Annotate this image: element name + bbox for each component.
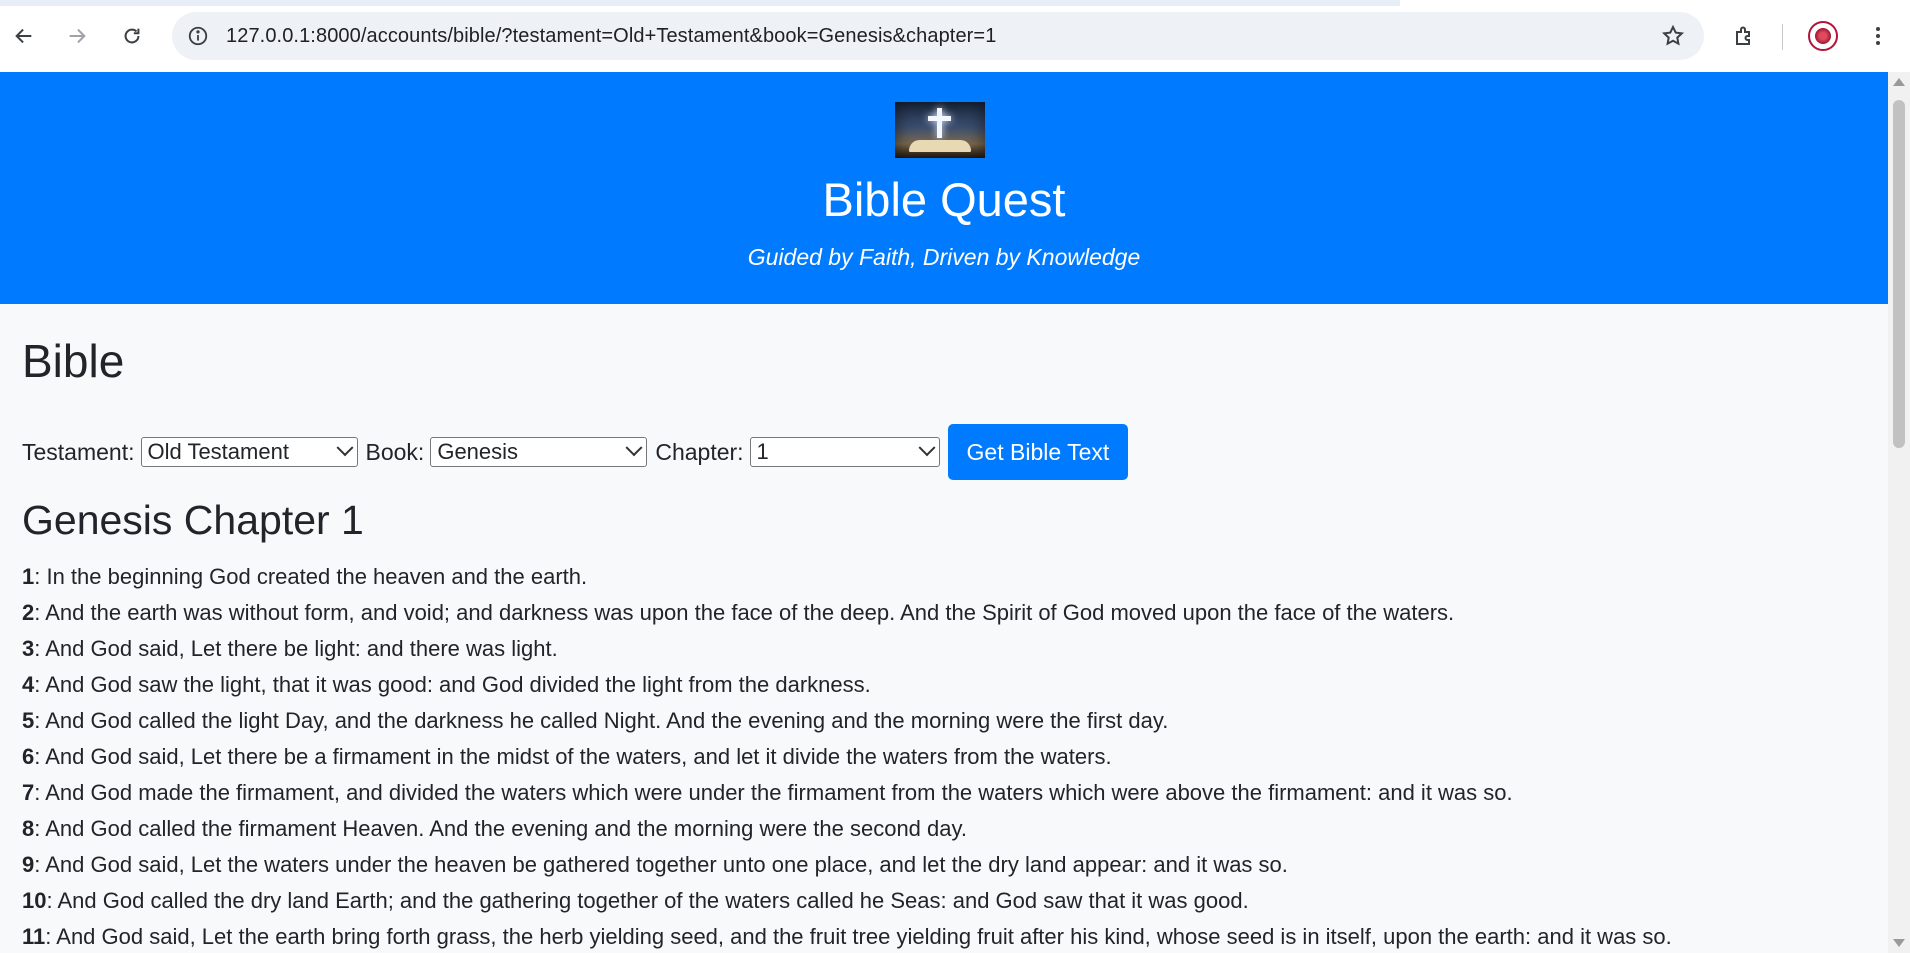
site-tagline: Guided by Faith, Driven by Knowledge [747, 244, 1141, 270]
scrollbar-thumb[interactable] [1893, 100, 1905, 448]
page-title: Bible [22, 335, 125, 387]
testament-label: Testament: [22, 438, 135, 465]
site-info-icon[interactable] [186, 24, 210, 48]
extensions-icon[interactable] [1728, 20, 1760, 52]
verse-text: : In the beginning God created the heave… [34, 564, 588, 589]
verse-number: 4 [22, 672, 35, 697]
address-bar[interactable]: 127.0.0.1:8000/accounts/bible/?testament… [172, 12, 1704, 60]
verse-number: 6 [22, 744, 35, 769]
chevron-down-icon [336, 439, 353, 457]
verse-item: 3: And God said, Let there be light: and… [22, 631, 1672, 667]
verse-number: 1 [22, 564, 35, 589]
verse-number: 7 [22, 780, 35, 805]
book-select[interactable]: Genesis [430, 437, 648, 467]
verse-number: 3 [22, 636, 35, 661]
verse-item: 1: In the beginning God created the heav… [22, 559, 1672, 595]
verse-number: 10 [22, 888, 47, 913]
bible-cross-logo [895, 102, 985, 158]
page-viewport: Bible Quest Guided by Faith, Driven by K… [0, 72, 1888, 953]
verse-text: : And God said, Let the waters under the… [34, 852, 1288, 877]
verse-text: : And God said, Let there be a firmament… [34, 744, 1112, 769]
verse-item: 11: And God said, Let the earth bring fo… [22, 919, 1672, 953]
book-label: Book: [365, 438, 425, 465]
verse-text: : And God called the firmament Heaven. A… [34, 816, 967, 841]
bookmark-star-icon[interactable] [1660, 23, 1686, 49]
verse-item: 6: And God said, Let there be a firmamen… [22, 739, 1672, 775]
chapter-select-value: 1 [756, 439, 769, 464]
reload-button[interactable] [116, 20, 148, 52]
chapter-heading: Genesis Chapter 1 [22, 497, 364, 543]
bible-filter-form: Testament: Old Testament Book: Genesis C… [22, 424, 1129, 480]
chapter-label: Chapter: [655, 438, 744, 465]
verse-item: 7: And God made the firmament, and divid… [22, 775, 1672, 811]
site-header: Bible Quest Guided by Faith, Driven by K… [0, 72, 1888, 304]
verse-item: 8: And God called the firmament Heaven. … [22, 811, 1672, 847]
verse-number: 8 [22, 816, 35, 841]
more-menu-icon[interactable] [1862, 20, 1894, 52]
chevron-down-icon [625, 439, 643, 457]
scroll-down-arrow-icon[interactable] [1893, 939, 1905, 947]
verse-number: 2 [22, 600, 35, 625]
verse-text: : And the earth was without form, and vo… [34, 600, 1455, 625]
site-title: Bible Quest [822, 173, 1066, 226]
book-select-value: Genesis [437, 439, 519, 464]
verse-text: : And God said, Let there be light: and … [34, 636, 558, 661]
get-bible-text-button[interactable]: Get Bible Text [947, 424, 1129, 480]
verse-text: : And God said, Let the earth bring fort… [45, 924, 1672, 949]
testament-select[interactable]: Old Testament [140, 437, 358, 467]
forward-button[interactable] [61, 20, 93, 52]
verse-item: 4: And God saw the light, that it was go… [22, 667, 1672, 703]
chapter-select[interactable]: 1 [749, 437, 940, 467]
testament-select-value: Old Testament [147, 439, 289, 464]
verse-item: 9: And God said, Let the waters under th… [22, 847, 1672, 883]
url-text[interactable]: 127.0.0.1:8000/accounts/bible/?testament… [226, 25, 996, 48]
verse-item: 2: And the earth was without form, and v… [22, 595, 1672, 631]
verse-item: 5: And God called the light Day, and the… [22, 703, 1672, 739]
scroll-up-arrow-icon[interactable] [1893, 78, 1905, 86]
toolbar-divider [1782, 24, 1783, 50]
arrow-left-icon [15, 28, 32, 44]
verse-text: : And God called the light Day, and the … [34, 708, 1169, 733]
browser-toolbar: 127.0.0.1:8000/accounts/bible/?testament… [0, 0, 1910, 73]
back-button[interactable] [8, 20, 40, 52]
verse-list: 1: In the beginning God created the heav… [22, 559, 1672, 953]
arrow-right-icon [69, 28, 86, 44]
verse-text: : And God saw the light, that it was goo… [34, 672, 871, 697]
page-scrollbar[interactable] [1888, 72, 1910, 953]
verse-number: 9 [22, 852, 35, 877]
verse-item: 10: And God called the dry land Earth; a… [22, 883, 1672, 919]
profile-avatar-icon[interactable] [1808, 21, 1838, 51]
tab-strip [0, 0, 1400, 6]
reload-icon [124, 28, 140, 44]
verse-text: : And God called the dry land Earth; and… [46, 888, 1249, 913]
verse-number: 5 [22, 708, 35, 733]
verse-text: : And God made the firmament, and divide… [34, 780, 1513, 805]
chevron-down-icon [918, 439, 936, 457]
verse-number: 11 [22, 924, 46, 949]
